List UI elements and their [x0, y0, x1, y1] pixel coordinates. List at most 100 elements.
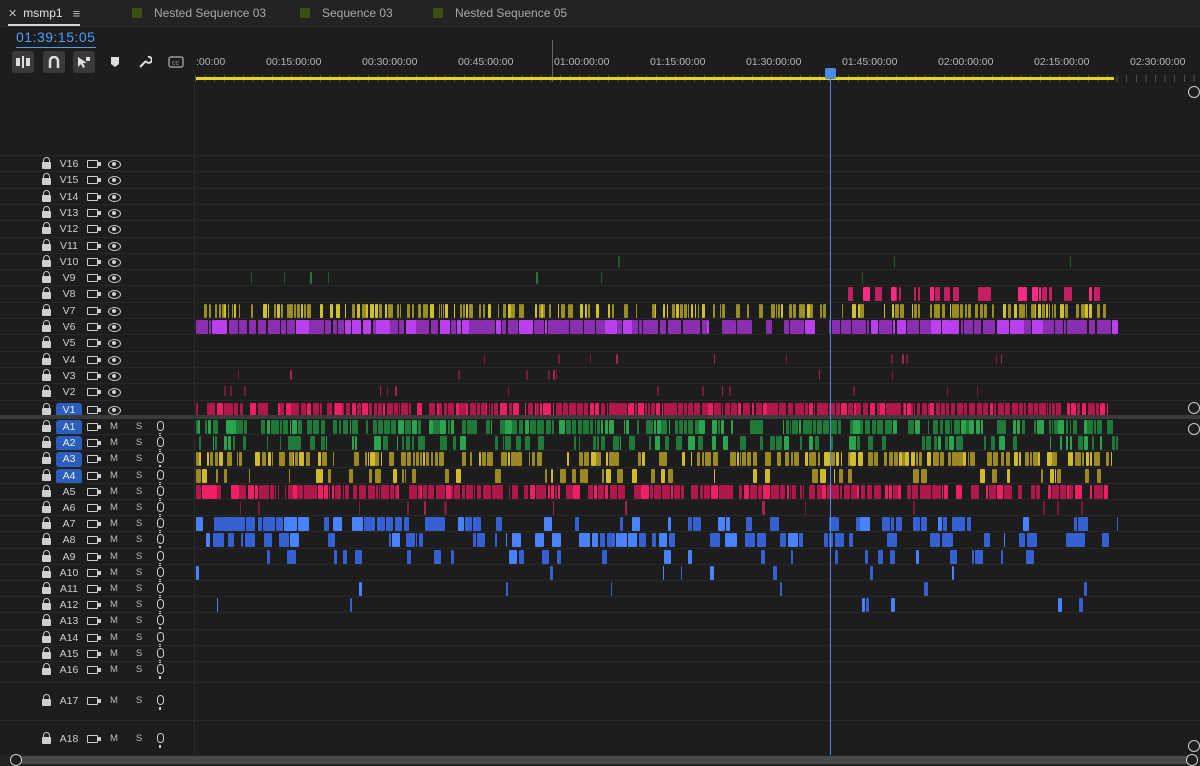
timeline-clip[interactable] [839, 485, 843, 499]
timeline-clip[interactable] [834, 485, 839, 499]
timeline-clip[interactable] [1066, 320, 1075, 334]
mute-button[interactable]: M [109, 615, 119, 626]
timeline-clip[interactable] [1033, 420, 1037, 434]
timeline-clip[interactable] [512, 533, 522, 547]
timeline-clip[interactable] [231, 304, 234, 318]
timeline-clip[interactable] [257, 320, 266, 334]
timeline-clip[interactable] [996, 420, 1003, 434]
timeline-clip[interactable] [518, 420, 523, 434]
timeline-clip[interactable] [440, 436, 447, 450]
lock-icon[interactable] [42, 469, 51, 482]
timeline-clip[interactable] [819, 304, 823, 318]
timeline-clip[interactable] [1041, 287, 1048, 301]
timeline-clip[interactable] [378, 420, 383, 434]
timeline-clip[interactable] [1103, 485, 1108, 499]
timeline-clip[interactable] [508, 485, 511, 499]
timeline-clip[interactable] [1014, 304, 1018, 318]
timeline-clip[interactable] [318, 452, 321, 466]
timeline-clip[interactable] [852, 304, 857, 318]
timeline-clip[interactable] [342, 485, 344, 499]
timeline-clip[interactable] [940, 420, 944, 434]
timeline-clip[interactable] [407, 452, 411, 466]
timeline-clip[interactable] [251, 272, 253, 284]
timeline-clip[interactable] [596, 452, 601, 466]
timeline-clip[interactable] [1007, 469, 1010, 483]
timeline-clip[interactable] [600, 436, 606, 450]
timeline-clip[interactable] [244, 533, 255, 547]
timeline-clip[interactable] [213, 533, 225, 547]
timeline-clip[interactable] [925, 436, 932, 450]
timeline-clip[interactable] [565, 420, 571, 434]
timeline-clip[interactable] [404, 469, 407, 483]
timeline-clip[interactable] [233, 517, 246, 531]
timeline-clip[interactable] [946, 386, 949, 396]
timeline-clip[interactable] [865, 550, 868, 564]
timeline-clip[interactable] [731, 533, 738, 547]
timeline-clip[interactable] [236, 420, 240, 434]
timeline-clip[interactable] [637, 420, 639, 434]
timeline-clip[interactable] [588, 304, 590, 318]
timeline-clip[interactable] [802, 485, 804, 499]
timeline-clip[interactable] [889, 485, 892, 499]
timeline-clip[interactable] [598, 485, 604, 499]
timeline-clip[interactable] [632, 320, 639, 334]
sync-lock-icon[interactable] [87, 274, 101, 282]
timeline-clip[interactable] [648, 436, 651, 450]
timeline-clip[interactable] [424, 436, 426, 450]
timeline-clip[interactable] [809, 485, 816, 499]
sync-lock-icon[interactable] [87, 160, 101, 168]
insert-overwrite-button[interactable] [12, 51, 34, 73]
timeline-clip[interactable] [406, 550, 411, 564]
solo-button[interactable]: S [134, 615, 144, 626]
track-name-a17[interactable]: A17 [56, 694, 82, 709]
timeline-clip[interactable] [511, 452, 516, 466]
timeline-clip[interactable] [809, 436, 814, 450]
timeline-clip[interactable] [206, 452, 209, 466]
timeline-clip[interactable] [789, 485, 792, 499]
sync-lock-icon[interactable] [87, 339, 101, 347]
timeline-clip[interactable] [1050, 469, 1055, 483]
timeline-clip[interactable] [659, 320, 666, 334]
timeline-clip[interactable] [217, 598, 219, 612]
timeline-clip[interactable] [547, 485, 550, 499]
timeline-clip[interactable] [482, 485, 491, 499]
timeline-clip[interactable] [1024, 320, 1031, 334]
timeline-clip[interactable] [430, 304, 435, 318]
timeline-clip[interactable] [1064, 320, 1066, 334]
timeline-clip[interactable] [422, 485, 427, 499]
timeline-clip[interactable] [861, 272, 864, 284]
timeline-clip[interactable] [307, 420, 312, 434]
add-marker-button[interactable] [107, 55, 123, 69]
timeline-clip[interactable] [843, 320, 851, 334]
timeline-clip[interactable] [1009, 320, 1024, 334]
timeline-clip[interactable] [1017, 485, 1022, 499]
timeline-clip[interactable] [557, 550, 561, 564]
timeline-clip[interactable] [328, 485, 331, 499]
timeline-clip[interactable] [1042, 501, 1045, 515]
timeline-clip[interactable] [785, 452, 790, 466]
timeline-clip[interactable] [779, 582, 782, 596]
timeline-clip[interactable] [793, 452, 799, 466]
timeline-clip[interactable] [263, 533, 273, 547]
timeline-clip[interactable] [1054, 320, 1063, 334]
timeline-clip[interactable] [422, 452, 426, 466]
timeline-clip[interactable] [862, 598, 866, 612]
timeline-clip[interactable] [922, 485, 926, 499]
captions-button[interactable]: cc [168, 55, 184, 69]
timeline-clip[interactable] [951, 517, 965, 531]
timeline-clip[interactable] [899, 287, 901, 301]
timeline-clip[interactable] [784, 320, 789, 334]
timeline-clip[interactable] [891, 598, 895, 612]
timeline-clip[interactable] [354, 452, 359, 466]
timeline-clip[interactable] [673, 485, 680, 499]
timeline-clip[interactable] [617, 485, 626, 499]
track-name-a16[interactable]: A16 [56, 663, 82, 678]
track-name-a7[interactable]: A7 [56, 517, 82, 532]
timeline-clip[interactable] [304, 304, 307, 318]
timeline-clip[interactable] [1105, 452, 1109, 466]
timeline-clip[interactable] [327, 469, 332, 483]
timeline-clip[interactable] [853, 386, 855, 396]
timeline-clip[interactable] [1014, 452, 1018, 466]
timeline-clip[interactable] [857, 452, 864, 466]
timeline-clip[interactable] [851, 320, 866, 334]
